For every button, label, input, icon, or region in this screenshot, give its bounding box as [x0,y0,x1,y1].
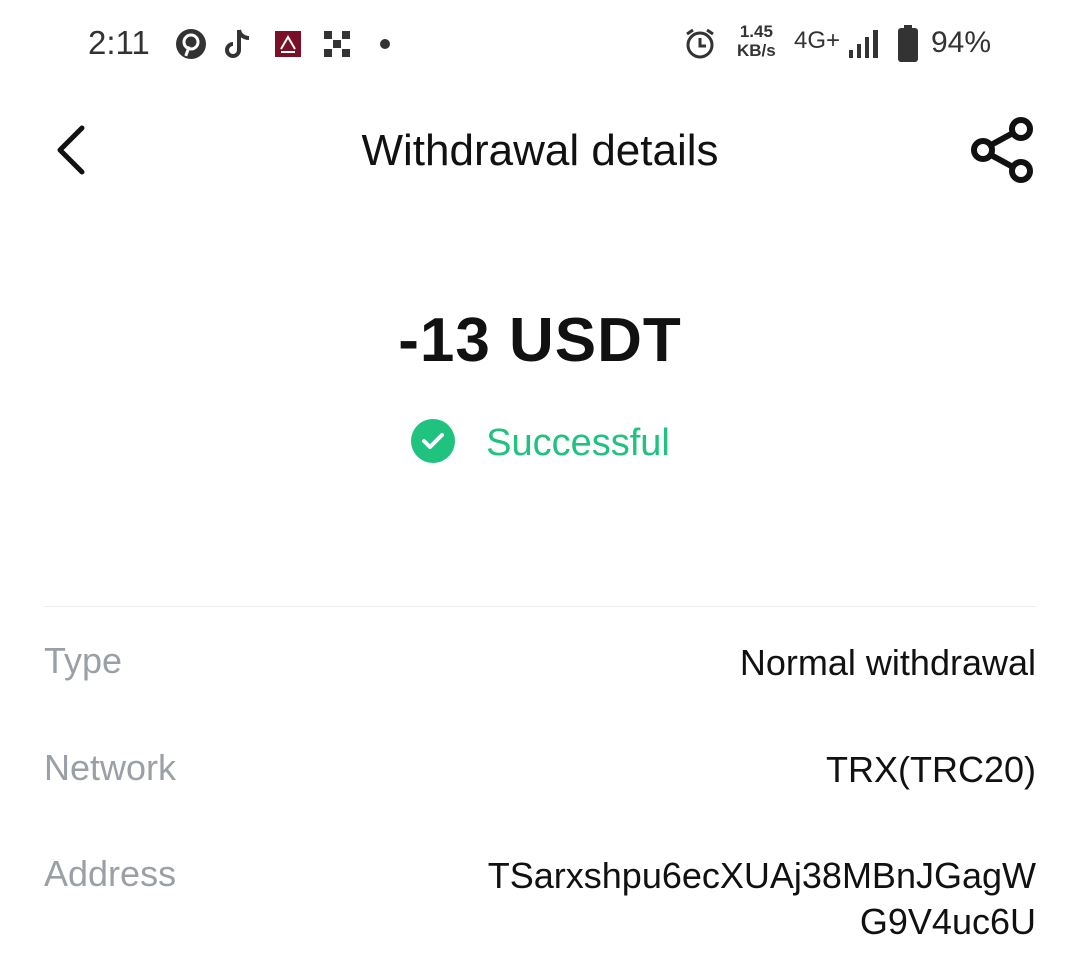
detail-row-type: Type Normal withdrawal [44,640,1036,690]
detail-label: Address [44,853,177,894]
tiktok-icon [224,24,252,64]
speed-value: 1.45 [739,22,773,41]
share-icon [966,114,1038,191]
status-time: 2:11 [88,24,150,61]
detail-value: Normal withdrawal [739,642,1036,683]
divider [44,606,1036,607]
signal-icon [846,24,882,64]
withdrawal-amount: -13 USDT [398,306,682,375]
app-header: Withdrawal details [0,100,1080,210]
detail-row-network: Network TRX(TRC20) [44,747,1036,797]
detail-value: TRX(TRC20) [825,749,1036,790]
speed-unit: KB/s [737,41,776,60]
address-line-2: G9V4uc6U [859,901,1036,942]
alarm-icon [682,24,718,64]
status-text: Successful [486,422,670,464]
share-button[interactable] [962,112,1042,192]
detail-label: Type [44,640,123,681]
network-type: 4G+ [794,27,841,54]
battery-percent: 94% [931,26,992,59]
check-circle-icon [410,418,456,469]
battery-icon [896,24,920,64]
status-indicator: Successful [0,418,1080,469]
page-title: Withdrawal details [361,126,719,175]
address-value[interactable]: TSarxshpu6ecXUAj38MBnJGagW G9V4uc6U [488,853,1036,945]
network-speed: 1.45 KB/s [737,22,776,60]
status-bar: 2:11 1.45 KB/s 4G+ 94% [0,0,1080,90]
app-badge-icon [275,24,301,64]
pinterest-like-icon [173,24,209,64]
detail-label: Network [44,747,177,788]
notification-dot-icon [378,24,392,64]
grid-app-icon [324,24,350,64]
detail-row-address: Address TSarxshpu6ecXUAj38MBnJGagW G9V4u… [44,853,1036,953]
address-line-1: TSarxshpu6ecXUAj38MBnJGagW [487,855,1036,896]
